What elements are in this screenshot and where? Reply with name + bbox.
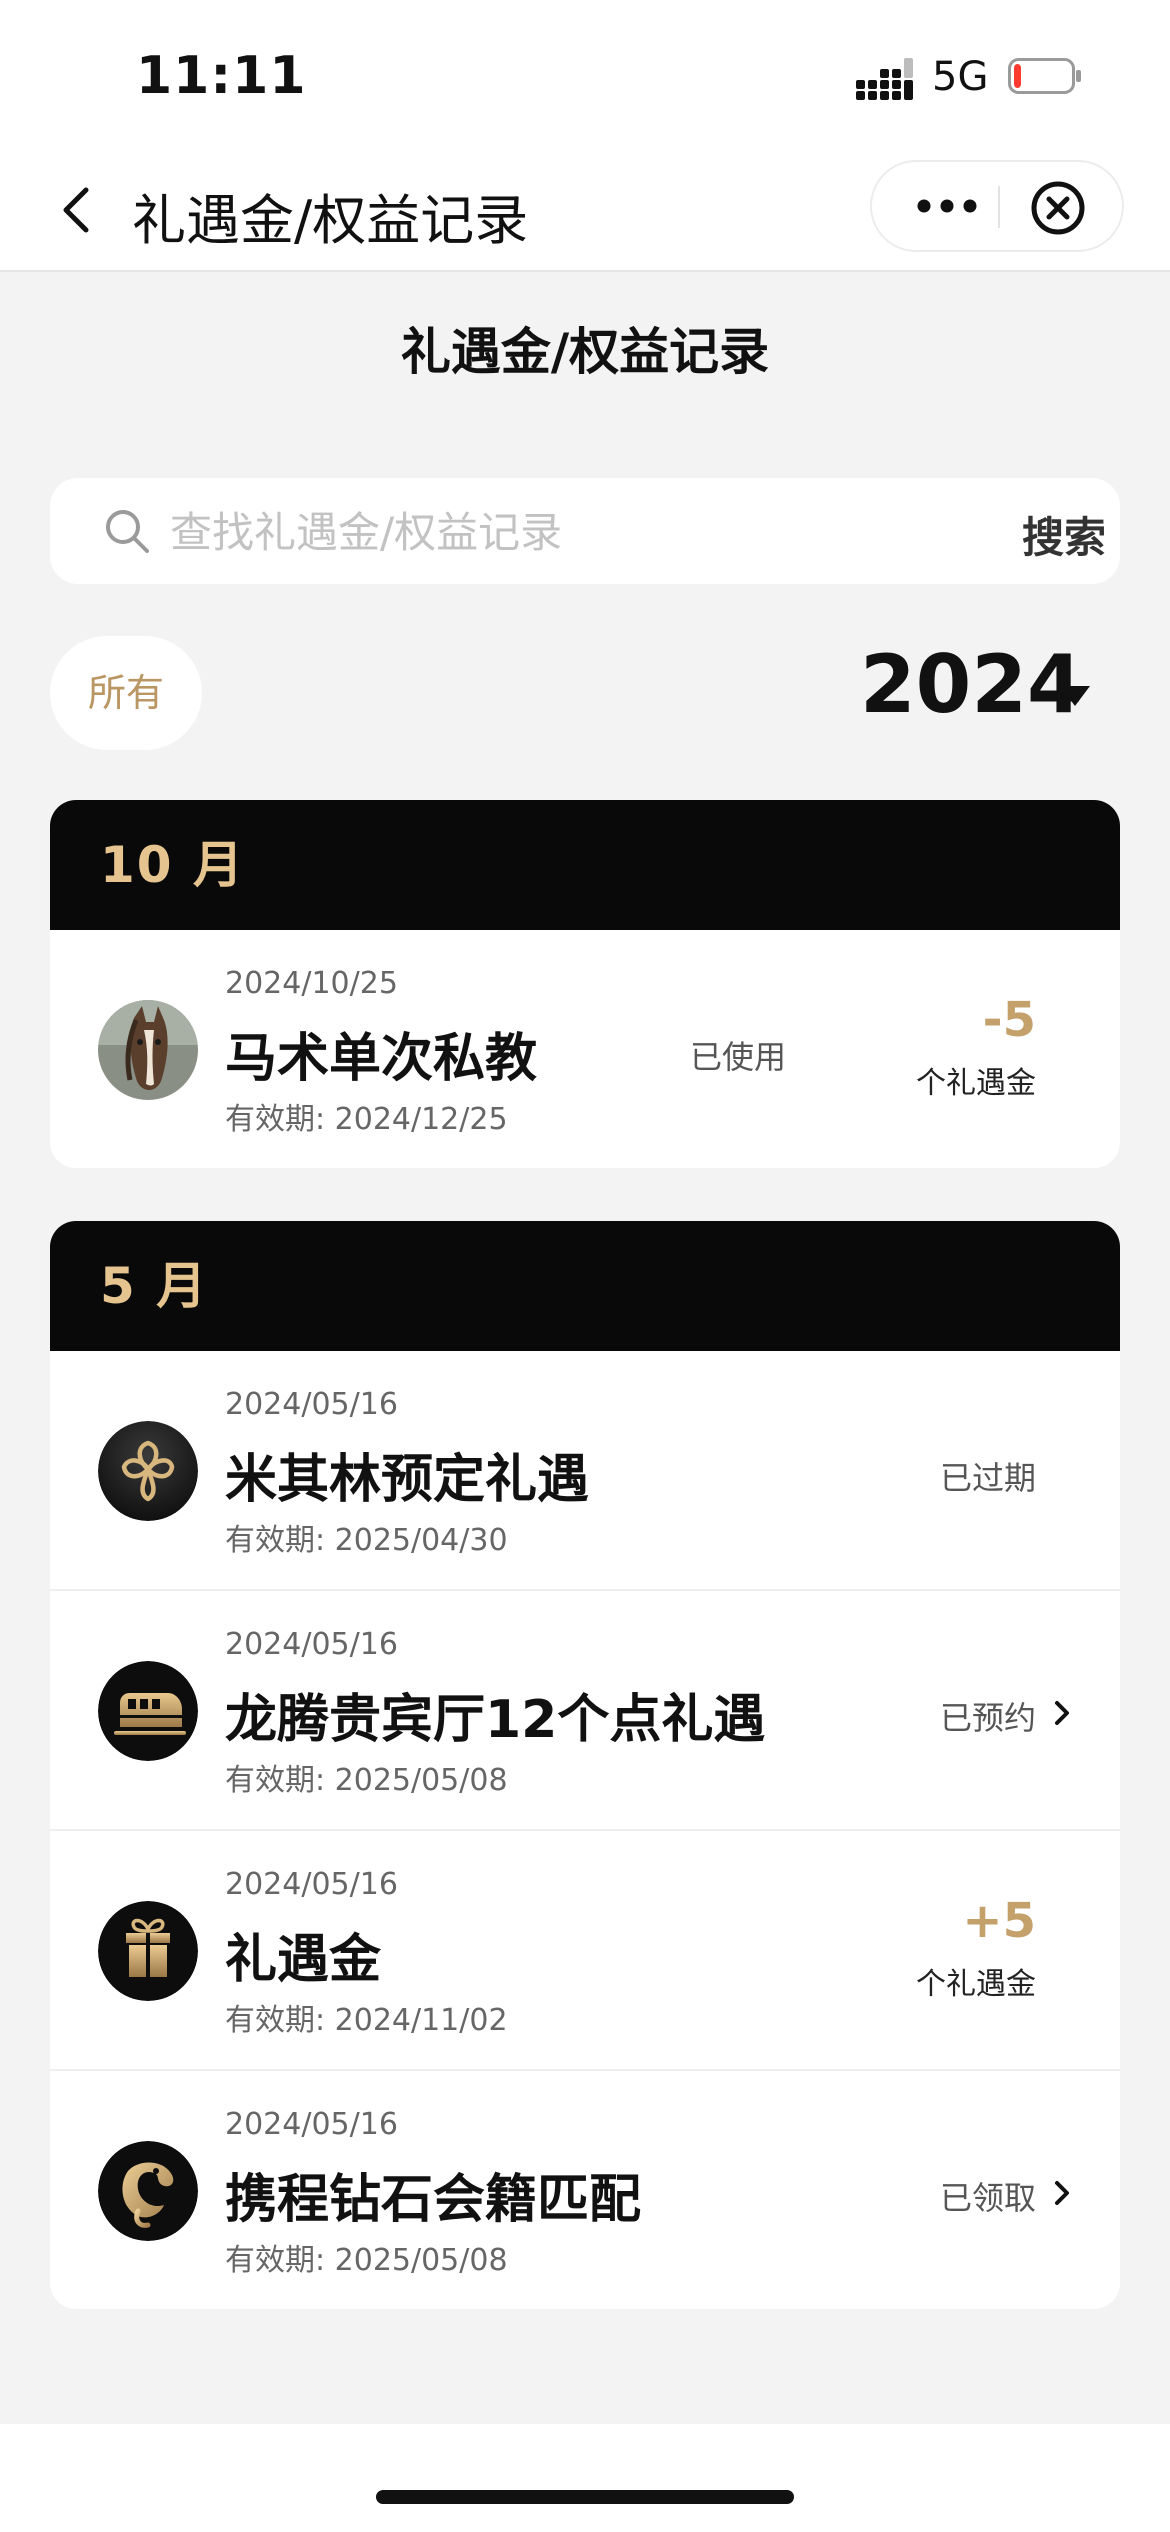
month-card-october: 10 月 2024/10/25 马术单次私教 有效期: 2024/12/25 已… xyxy=(50,800,1120,1168)
year-value: 2024 xyxy=(860,638,1083,731)
month-header: 5 月 xyxy=(50,1221,1120,1351)
record-validity: 有效期: 2025/05/08 xyxy=(225,2243,508,2278)
navigation-bar: 礼遇金/权益记录 xyxy=(0,150,1170,272)
record-date: 2024/05/16 xyxy=(225,1627,398,1662)
year-dropdown[interactable]: 2024 xyxy=(860,638,1100,738)
record-unit: 个礼遇金 xyxy=(916,1967,1036,2002)
search-icon xyxy=(106,510,149,553)
caret-down-icon xyxy=(1060,686,1090,706)
record-validity: 有效期: 2025/04/30 xyxy=(225,1523,508,1558)
record-validity: 有效期: 2025/05/08 xyxy=(225,1763,508,1798)
chevron-left-icon[interactable] xyxy=(54,182,98,238)
bottom-safe-area xyxy=(0,2424,1170,2532)
search-box: 搜索 xyxy=(50,478,1120,584)
record-unit: 个礼遇金 xyxy=(916,1066,1036,1101)
record-row[interactable]: 2024/05/16 礼遇金 有效期: 2024/11/02 +5 个礼遇金 xyxy=(50,1831,1120,2071)
gift-box-icon xyxy=(98,1901,198,2001)
more-dots-icon[interactable] xyxy=(900,162,994,250)
chevron-right-icon xyxy=(1055,1701,1069,1725)
signal-strength-icon xyxy=(856,58,913,100)
close-circle-icon[interactable] xyxy=(1030,180,1086,236)
record-date: 2024/10/25 xyxy=(225,966,398,1001)
record-name: 米其林预定礼遇 xyxy=(225,1450,590,1510)
record-date: 2024/05/16 xyxy=(225,2107,398,2142)
chevron-right-icon xyxy=(1055,2181,1069,2205)
record-name: 礼遇金 xyxy=(225,1930,382,1990)
record-validity: 有效期: 2024/11/02 xyxy=(225,2003,508,2038)
battery-icon xyxy=(1008,58,1081,94)
filter-all-chip[interactable]: 所有 xyxy=(50,636,202,750)
network-type: 5G xyxy=(932,54,989,100)
train-icon xyxy=(98,1661,198,1761)
record-name: 携程钻石会籍匹配 xyxy=(225,2170,642,2230)
horse-photo xyxy=(98,1000,198,1100)
search-button[interactable]: 搜索 xyxy=(1022,504,1106,565)
record-name: 马术单次私教 xyxy=(225,1029,538,1089)
status-bar: 11:11 5G xyxy=(0,0,1170,150)
record-amount: -5 xyxy=(982,992,1036,1048)
capsule-divider xyxy=(998,186,1000,228)
status-time: 11:11 xyxy=(136,46,307,106)
nav-title: 礼遇金/权益记录 xyxy=(132,189,529,252)
record-date: 2024/05/16 xyxy=(225,1387,398,1422)
page-title: 礼遇金/权益记录 xyxy=(400,323,770,381)
record-amount: +5 xyxy=(962,1893,1036,1949)
mini-program-capsule xyxy=(870,160,1124,252)
home-indicator[interactable] xyxy=(376,2490,794,2504)
michelin-flower-icon xyxy=(98,1421,198,1521)
record-status: 已使用 xyxy=(690,1038,787,1076)
month-card-may: 5 月 2024/05/16 米其林预定礼遇 有效期: 2025/04/30 已… xyxy=(50,1221,1120,2309)
record-row[interactable]: 2024/05/16 携程钻石会籍匹配 有效期: 2025/05/08 已领取 xyxy=(50,2071,1120,2309)
month-header: 10 月 xyxy=(50,800,1120,930)
record-status: 已领取 xyxy=(939,2179,1036,2217)
search-input[interactable] xyxy=(168,502,872,562)
record-status: 已过期 xyxy=(939,1459,1036,1497)
dolphin-logo-icon xyxy=(98,2141,198,2241)
record-status: 已预约 xyxy=(939,1699,1036,1737)
record-row[interactable]: 2024/10/25 马术单次私教 有效期: 2024/12/25 已使用 -5… xyxy=(50,930,1120,1168)
record-name: 龙腾贵宾厅12个点礼遇 xyxy=(225,1690,766,1750)
record-validity: 有效期: 2024/12/25 xyxy=(225,1102,508,1137)
record-row[interactable]: 2024/05/16 米其林预定礼遇 有效期: 2025/04/30 已过期 xyxy=(50,1351,1120,1591)
record-row[interactable]: 2024/05/16 龙腾贵宾厅12个点礼遇 有效期: 2025/05/08 已… xyxy=(50,1591,1120,1831)
record-date: 2024/05/16 xyxy=(225,1867,398,1902)
